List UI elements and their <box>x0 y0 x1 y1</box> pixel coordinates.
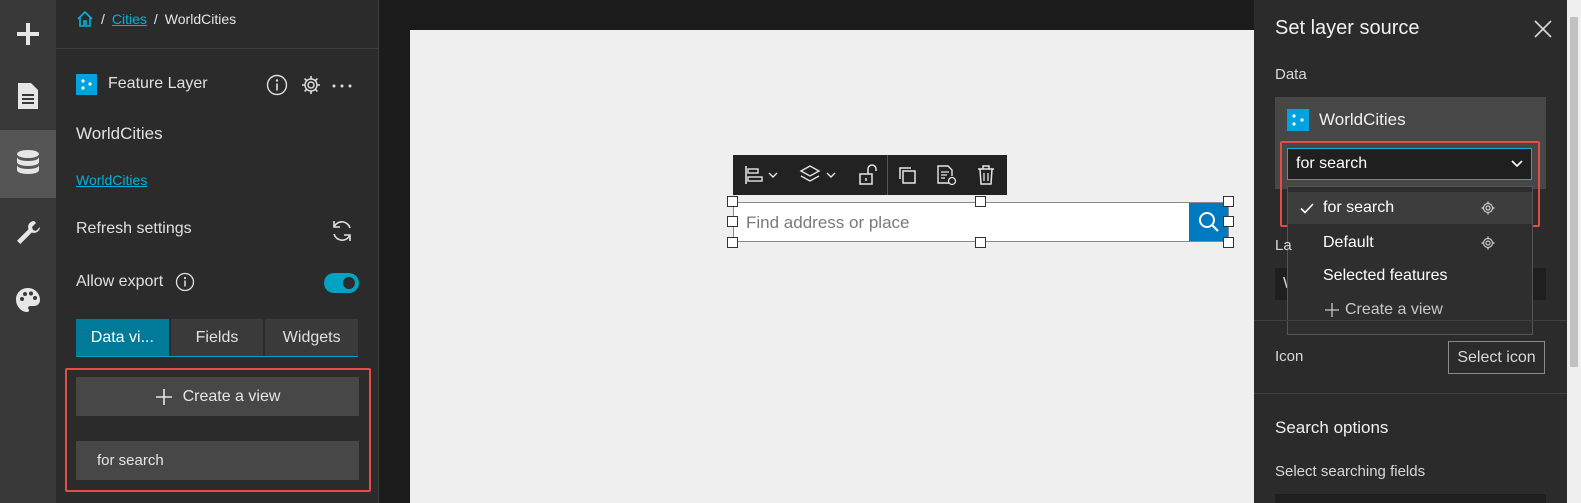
option-label: for search <box>1323 199 1395 216</box>
create-view-label: Create a view <box>182 387 281 405</box>
resize-handle[interactable] <box>1223 196 1234 207</box>
breadcrumb: / Cities / WorldCities <box>76 10 236 28</box>
plus-icon <box>155 388 172 405</box>
scrollbar-thumb[interactable] <box>1570 17 1578 367</box>
breadcrumb-current: WorldCities <box>164 11 237 27</box>
layer-name: WorldCities <box>76 124 163 143</box>
label-input-value: W <box>1283 275 1287 292</box>
duplicate-icon[interactable] <box>888 155 926 195</box>
fields-select[interactable] <box>1275 494 1546 503</box>
delete-icon[interactable] <box>966 155 1006 195</box>
dropdown-option-create-view[interactable]: Create a view <box>1288 294 1532 326</box>
view-list-item[interactable]: for search <box>76 441 359 480</box>
select-fields-label: Select searching fields <box>1275 463 1426 480</box>
resize-handle[interactable] <box>975 196 986 207</box>
check-icon <box>1300 203 1314 214</box>
data-view-select[interactable]: for search <box>1287 148 1532 180</box>
info-icon[interactable] <box>266 74 288 96</box>
theme-icon[interactable] <box>0 266 56 334</box>
data-tabs: Data vi... Fields Widgets <box>76 319 359 357</box>
search-widget[interactable]: Find address or place <box>733 202 1229 242</box>
gear-icon[interactable] <box>300 74 322 96</box>
layer-settings-panel: / Cities / WorldCities Feature Layer Wor… <box>56 0 379 503</box>
layer-source-link[interactable]: WorldCities <box>76 172 147 188</box>
search-icon <box>1198 212 1219 232</box>
feature-layer-icon <box>76 74 97 95</box>
panel-scrollbar[interactable] <box>1567 0 1581 503</box>
allow-export-label: Allow export <box>76 273 164 290</box>
breadcrumb-cities-link[interactable]: Cities <box>112 11 147 27</box>
gear-icon[interactable] <box>1481 236 1495 250</box>
toggle-knob <box>343 277 355 289</box>
data-source-name: WorldCities <box>1319 110 1406 129</box>
app-nav-rail <box>0 0 56 503</box>
divider <box>1254 320 1567 321</box>
search-options-title: Search options <box>1275 418 1389 437</box>
create-view-button[interactable]: Create a view <box>76 377 359 416</box>
option-label: Default <box>1323 234 1374 251</box>
data-section-label: Data <box>1275 66 1307 83</box>
refresh-icon[interactable] <box>330 219 354 243</box>
tab-fields[interactable]: Fields <box>170 319 264 356</box>
option-label: Create a view <box>1345 301 1443 318</box>
dropdown-option-for-search[interactable]: for search <box>1288 192 1532 224</box>
page-icon[interactable] <box>0 62 56 130</box>
plus-icon <box>1325 303 1339 317</box>
label-section-label: La <box>1275 237 1292 254</box>
save-template-icon[interactable] <box>926 155 966 195</box>
divider <box>56 48 379 49</box>
layers-icon[interactable] <box>789 155 849 195</box>
feature-layer-icon <box>1287 109 1309 131</box>
dropdown-option-default[interactable]: Default <box>1288 227 1532 259</box>
close-icon[interactable] <box>1533 19 1553 39</box>
tab-data-views[interactable]: Data vi... <box>76 319 169 356</box>
breadcrumb-separator: / <box>153 11 158 27</box>
chevron-down-icon <box>1511 160 1523 168</box>
breadcrumb-separator: / <box>101 11 105 27</box>
divider <box>1254 393 1567 394</box>
add-icon[interactable] <box>0 0 56 68</box>
unlock-icon[interactable] <box>849 155 887 195</box>
label-input-end[interactable] <box>1533 268 1546 300</box>
data-icon[interactable] <box>0 130 56 198</box>
resize-handle[interactable] <box>1223 237 1234 248</box>
search-placeholder[interactable]: Find address or place <box>746 213 909 233</box>
resize-handle[interactable] <box>1223 216 1234 227</box>
resize-handle[interactable] <box>975 237 986 248</box>
resize-handle[interactable] <box>727 216 738 227</box>
tools-icon[interactable] <box>0 198 56 266</box>
info-icon[interactable] <box>175 272 195 292</box>
data-view-dropdown: for search Default Selected features Cre… <box>1287 186 1533 335</box>
page-canvas[interactable] <box>410 30 1254 503</box>
align-icon[interactable] <box>733 155 789 195</box>
dropdown-option-selected-features[interactable]: Selected features <box>1288 260 1532 292</box>
select-icon-button[interactable]: Select icon <box>1448 341 1545 374</box>
tab-widgets[interactable]: Widgets <box>265 319 359 356</box>
layer-type-label: Feature Layer <box>108 75 208 92</box>
widget-toolbar <box>733 155 1007 195</box>
label-input[interactable]: W <box>1275 268 1287 300</box>
refresh-settings-label: Refresh settings <box>76 220 192 237</box>
option-label: Selected features <box>1323 267 1448 284</box>
resize-handle[interactable] <box>727 237 738 248</box>
gear-icon[interactable] <box>1481 201 1495 215</box>
home-icon[interactable] <box>76 10 94 28</box>
selected-view: for search <box>1296 155 1368 172</box>
allow-export-toggle[interactable] <box>324 273 359 293</box>
more-options-icon[interactable] <box>332 84 352 88</box>
panel-title: Set layer source <box>1275 17 1420 39</box>
icon-label: Icon <box>1275 348 1304 365</box>
resize-handle[interactable] <box>727 196 738 207</box>
